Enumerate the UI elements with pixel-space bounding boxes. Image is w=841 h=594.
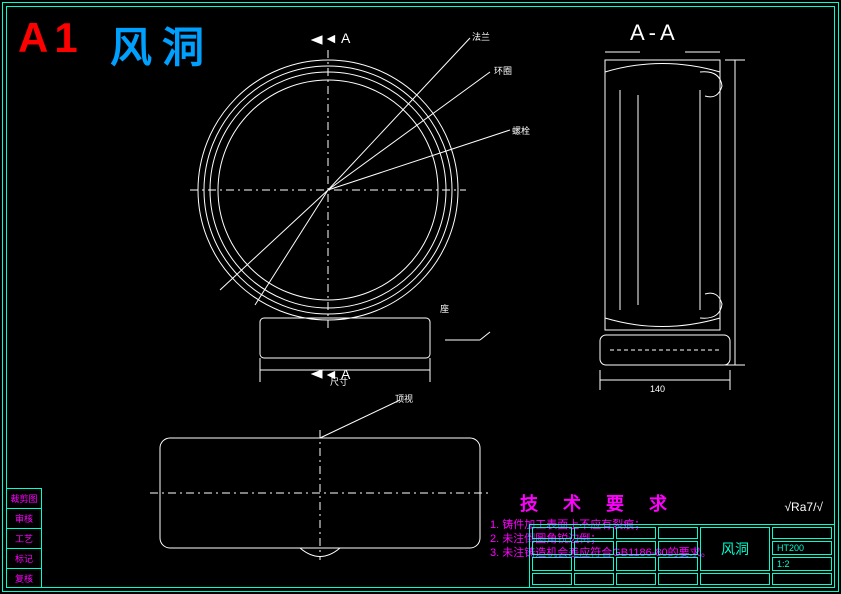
dim-base: 尺寸 <box>330 375 348 388</box>
left-label-1: 审核 <box>6 508 42 528</box>
dim-side: 140 <box>650 384 665 394</box>
left-label-0: 裁剪图 <box>6 488 42 508</box>
arrow-a-label-top: A <box>341 30 350 46</box>
left-label-3: 标记 <box>6 548 42 568</box>
tech-requirements-heading: 技 术 要 求 <box>520 490 677 516</box>
material: HT200 <box>772 541 832 555</box>
left-label-2: 工艺 <box>6 528 42 548</box>
drawing-no <box>772 573 832 585</box>
title-block: 风洞 HT200 1:2 <box>529 524 835 588</box>
mass <box>700 573 770 585</box>
callout-3: 螺栓 <box>512 124 530 137</box>
top-view-label: 顶视 <box>395 392 413 405</box>
left-label-4: 复核 <box>6 568 42 588</box>
revision-column: 裁剪图 审核 工艺 标记 复核 <box>6 488 42 588</box>
scale: 1:2 <box>772 557 832 571</box>
surface-finish-symbol: √Ra7/√ <box>784 500 823 514</box>
section-arrow-top: ◄ A <box>324 30 350 46</box>
part-name: 风洞 <box>700 527 770 571</box>
callout-2: 环圈 <box>494 64 512 77</box>
callout-1: 法兰 <box>472 30 490 43</box>
cad-drawing <box>0 0 841 594</box>
callout-4: 座 <box>440 302 449 315</box>
